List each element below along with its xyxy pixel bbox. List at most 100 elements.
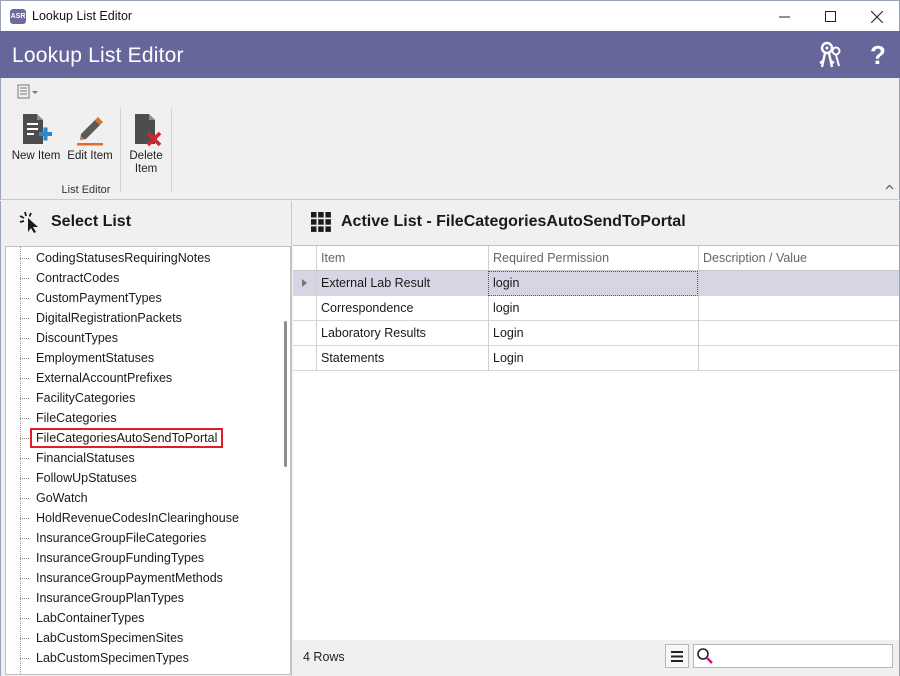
close-icon bbox=[871, 10, 883, 23]
column-chooser-button[interactable] bbox=[665, 644, 689, 668]
cell-item[interactable]: Statements bbox=[316, 346, 488, 371]
column-header-item[interactable]: Item bbox=[316, 246, 488, 271]
cell-item[interactable]: Laboratory Results bbox=[316, 321, 488, 346]
list-item[interactable]: FinancialStatuses bbox=[6, 448, 141, 468]
list-item-label: ContractCodes bbox=[36, 271, 120, 285]
list-item-label: FileCategoriesAutoSendToPortal bbox=[30, 428, 224, 448]
window-titlebar: ASR Lookup List Editor bbox=[0, 0, 900, 31]
list-item[interactable]: InsuranceGroupPlanTypes bbox=[6, 588, 190, 608]
search-input[interactable] bbox=[716, 647, 888, 665]
app-icon: ASR bbox=[10, 9, 26, 24]
table-row[interactable]: Correspondence login bbox=[293, 296, 899, 321]
delete-item-label: Delete Item bbox=[129, 150, 163, 175]
edit-item-button[interactable]: Edit Item bbox=[65, 112, 115, 163]
cell-permission[interactable]: Login bbox=[488, 321, 698, 346]
tree-branch-line bbox=[20, 617, 29, 619]
list-item-label: InsuranceGroupPlanTypes bbox=[36, 591, 185, 605]
column-header-description[interactable]: Description / Value bbox=[698, 246, 899, 271]
help-button[interactable]: ? bbox=[864, 40, 892, 70]
ribbon-separator bbox=[120, 108, 121, 192]
cell-item[interactable]: External Lab Result bbox=[316, 271, 488, 296]
close-button[interactable] bbox=[854, 1, 900, 32]
cell-description[interactable] bbox=[698, 346, 899, 371]
table-row[interactable]: Statements Login bbox=[293, 346, 899, 371]
tree-branch-line bbox=[20, 417, 29, 419]
select-list-panel: Select List CodingStatusesRequiringNotes… bbox=[0, 201, 292, 676]
list-item-label: FinancialStatuses bbox=[36, 451, 135, 465]
list-item[interactable]: FileCategoriesAutoSendToPortal bbox=[6, 428, 224, 448]
cell-description[interactable] bbox=[698, 321, 899, 346]
list-item[interactable]: DiscountTypes bbox=[6, 328, 124, 348]
page-title: Lookup List Editor bbox=[12, 44, 184, 67]
lookup-list-tree[interactable]: CodingStatusesRequiringNotes ContractCode… bbox=[5, 246, 291, 675]
list-item-label: InsuranceGroupFileCategories bbox=[36, 531, 207, 545]
edit-item-label: Edit Item bbox=[67, 150, 113, 162]
list-item[interactable]: FileCategories bbox=[6, 408, 123, 428]
chevron-up-icon bbox=[885, 184, 894, 190]
list-item[interactable]: ContractCodes bbox=[6, 268, 125, 288]
list-item-label: FileCategories bbox=[36, 411, 117, 425]
maximize-icon bbox=[824, 11, 836, 22]
list-item[interactable]: EmploymentStatuses bbox=[6, 348, 160, 368]
column-header-required-permission[interactable]: Required Permission bbox=[488, 246, 698, 271]
window-title: Lookup List Editor bbox=[32, 9, 133, 23]
list-item-label: EmploymentStatuses bbox=[36, 351, 155, 365]
list-item[interactable]: FacilityCategories bbox=[6, 388, 141, 408]
current-row-indicator-icon bbox=[302, 279, 307, 287]
list-item[interactable]: GoWatch bbox=[6, 488, 94, 508]
grid-icon bbox=[311, 212, 331, 232]
list-item[interactable]: CodingStatusesRequiringNotes bbox=[6, 248, 216, 268]
tree-branch-line bbox=[20, 637, 29, 639]
tree-branch-line bbox=[20, 577, 29, 579]
list-item[interactable]: HoldRevenueCodesInClearinghouse bbox=[6, 508, 245, 528]
permissions-button[interactable] bbox=[817, 40, 845, 70]
list-item[interactable]: LabCustomSpecimenTypes bbox=[6, 648, 195, 668]
cell-permission[interactable]: login bbox=[488, 271, 698, 296]
list-item[interactable]: ExternalAccountPrefixes bbox=[6, 368, 178, 388]
list-item[interactable]: LabContainerTypes bbox=[6, 608, 150, 628]
grid-status-bar: 4 Rows bbox=[293, 640, 899, 676]
new-item-button[interactable]: New Item bbox=[7, 112, 65, 163]
pointer-click-icon bbox=[19, 211, 41, 233]
list-item-label: FacilityCategories bbox=[36, 391, 136, 405]
list-item[interactable]: CustomPaymentTypes bbox=[6, 288, 168, 308]
table-row[interactable]: External Lab Result login bbox=[293, 271, 899, 296]
collapse-ribbon-button[interactable] bbox=[885, 181, 894, 193]
list-item-label: DigitalRegistrationPackets bbox=[36, 311, 182, 325]
list-item[interactable]: DigitalRegistrationPackets bbox=[6, 308, 188, 328]
scrollbar-thumb[interactable] bbox=[284, 321, 287, 467]
cell-permission[interactable]: login bbox=[488, 296, 698, 321]
list-item-label: LabCustomSpecimenTypes bbox=[36, 651, 189, 665]
cell-description[interactable] bbox=[698, 271, 899, 296]
cell-permission[interactable]: Login bbox=[488, 346, 698, 371]
list-item-label: DiscountTypes bbox=[36, 331, 118, 345]
search-box[interactable] bbox=[693, 644, 893, 668]
list-item[interactable]: InsuranceGroupPaymentMethods bbox=[6, 568, 229, 588]
cell-description[interactable] bbox=[698, 296, 899, 321]
tree-branch-line bbox=[20, 337, 29, 339]
minimize-button[interactable] bbox=[761, 1, 807, 32]
list-item[interactable]: InsuranceGroupFundingTypes bbox=[6, 548, 210, 568]
tree-branch-line bbox=[20, 477, 29, 479]
tree-branch-line bbox=[20, 257, 29, 259]
maximize-button[interactable] bbox=[807, 1, 853, 32]
list-item-label: InsuranceGroupFundingTypes bbox=[36, 551, 205, 565]
list-item[interactable]: FollowUpStatuses bbox=[6, 468, 143, 488]
list-item[interactable]: LabCustomSpecimenSites bbox=[6, 628, 189, 648]
tree-branch-line bbox=[20, 297, 29, 299]
row-count: 4 Rows bbox=[303, 650, 345, 664]
cell-item[interactable]: Correspondence bbox=[316, 296, 488, 321]
tree-branch-line bbox=[20, 497, 29, 499]
ribbon-separator bbox=[171, 108, 172, 192]
new-document-plus-icon bbox=[23, 114, 52, 144]
quick-access-toolbar[interactable] bbox=[17, 84, 41, 100]
list-item[interactable]: InsuranceGroupFileCategories bbox=[6, 528, 212, 548]
tree-branch-line bbox=[20, 277, 29, 279]
vertical-scrollbar[interactable] bbox=[281, 247, 290, 674]
active-list-header: Active List - FileCategoriesAutoSendToPo… bbox=[311, 201, 686, 243]
list-item-label: LabCustomSpecimenSites bbox=[36, 631, 184, 645]
list-item-label: CodingStatusesRequiringNotes bbox=[36, 251, 211, 265]
table-row[interactable]: Laboratory Results Login bbox=[293, 321, 899, 346]
tree-branch-line bbox=[20, 537, 29, 539]
delete-item-button[interactable]: Delete Item bbox=[123, 112, 169, 176]
